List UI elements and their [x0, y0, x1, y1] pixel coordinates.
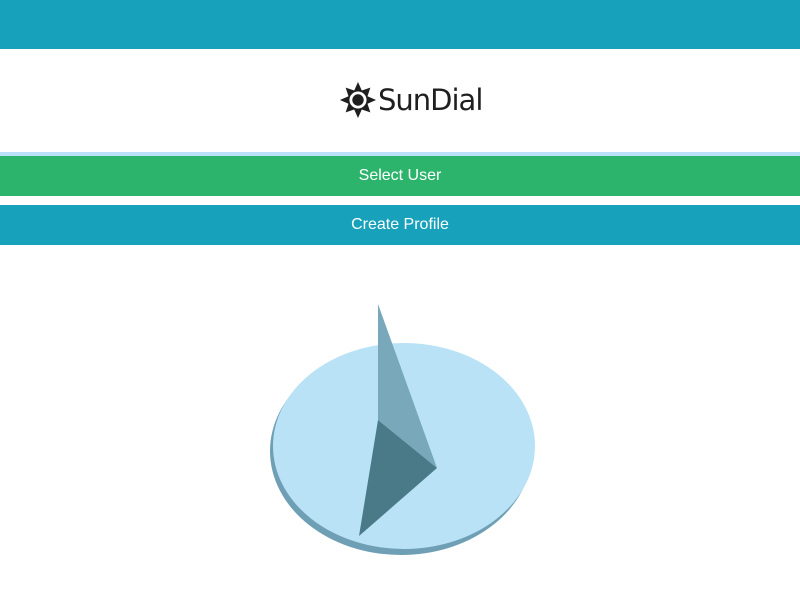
sundial-icon	[270, 304, 535, 555]
app-title: SunDial	[378, 83, 483, 117]
sun-icon	[339, 81, 377, 119]
button-gap	[0, 196, 800, 204]
header-bar	[0, 0, 800, 49]
logo-area: SunDial	[0, 49, 800, 152]
select-user-button[interactable]: Select User	[0, 156, 800, 196]
create-profile-button[interactable]: Create Profile	[0, 205, 800, 245]
app-logo: SunDial	[339, 79, 483, 121]
